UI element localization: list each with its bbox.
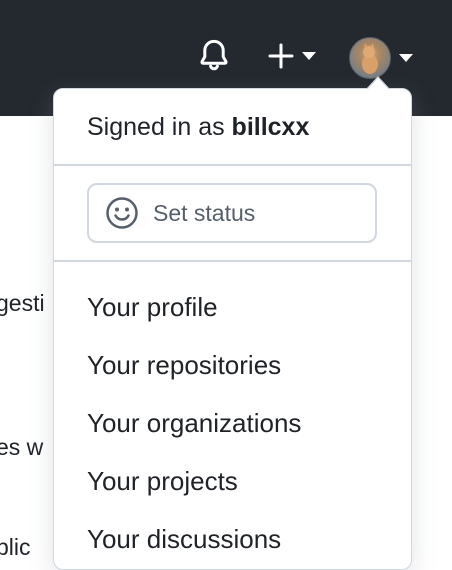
signed-in-label: Signed in as billcxx	[87, 113, 310, 141]
set-status-button[interactable]: Set status	[87, 183, 377, 243]
background-text: es w	[0, 434, 44, 460]
divider	[54, 260, 411, 262]
user-menu-toggle[interactable]	[346, 36, 416, 80]
dropdown-caret-fill	[367, 78, 389, 90]
smiley-icon	[106, 197, 138, 229]
background-text: blic	[0, 534, 31, 560]
username: billcxx	[231, 113, 310, 141]
menu-item-repositories[interactable]: Your repositories	[87, 350, 281, 381]
chevron-down-icon	[302, 52, 316, 60]
background-text: gesti	[0, 290, 45, 316]
set-status-label: Set status	[153, 199, 256, 226]
menu-item-projects[interactable]: Your projects	[87, 466, 238, 497]
avatar	[349, 37, 391, 79]
divider	[54, 164, 411, 166]
chevron-down-icon	[399, 54, 413, 62]
menu-item-profile[interactable]: Your profile	[87, 292, 218, 323]
menu-item-organizations[interactable]: Your organizations	[87, 408, 301, 439]
create-new-dropdown[interactable]	[262, 38, 322, 74]
bell-icon[interactable]	[196, 38, 232, 74]
user-dropdown-menu: Signed in as billcxx Set status Your pro…	[53, 88, 412, 570]
plus-icon	[268, 43, 294, 69]
menu-item-discussions[interactable]: Your discussions	[87, 524, 281, 555]
